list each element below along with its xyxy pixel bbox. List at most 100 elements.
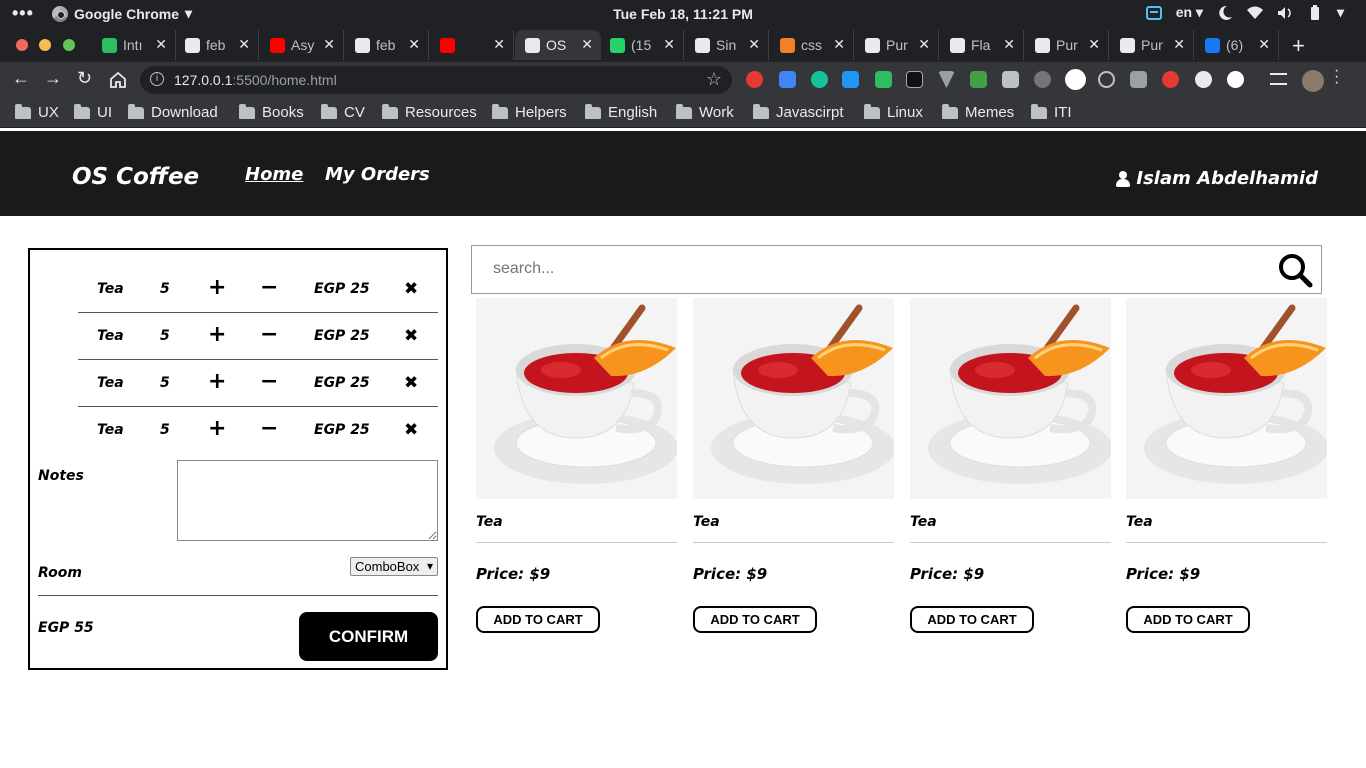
room-select[interactable]: ComboBox — [350, 557, 438, 576]
tab-close-icon[interactable]: ✕ — [663, 36, 675, 53]
language-indicator[interactable]: en ▾ — [1176, 4, 1203, 21]
tab-close-icon[interactable]: ✕ — [833, 36, 845, 53]
bookmark-folder[interactable]: Resources — [382, 103, 477, 121]
tab-close-icon[interactable]: ✕ — [155, 36, 167, 53]
tab-close-icon[interactable]: ✕ — [1088, 36, 1100, 53]
home-icon[interactable] — [109, 71, 127, 89]
chevron-down-icon[interactable]: ▾ — [1337, 4, 1344, 21]
extension-ninja-icon[interactable] — [1195, 71, 1212, 88]
profile-avatar[interactable] — [1302, 70, 1324, 92]
extension-vue-icon[interactable] — [938, 71, 955, 88]
browser-tab[interactable]: ✕ — [430, 30, 514, 60]
tab-close-icon[interactable]: ✕ — [238, 36, 250, 53]
add-to-cart-button[interactable]: ADD TO CART — [1126, 606, 1250, 633]
remove-item-button[interactable]: ✖ — [404, 326, 418, 346]
bookmark-folder[interactable]: Download — [128, 103, 218, 121]
browser-tab[interactable]: Pur ✕ — [1110, 30, 1194, 60]
window-minimize-button[interactable] — [39, 39, 51, 51]
bookmark-folder[interactable]: Helpers — [492, 103, 567, 121]
browser-tab[interactable]: (6) ✕ — [1195, 30, 1279, 60]
increase-qty-button[interactable]: + — [208, 322, 226, 347]
extension-mail-icon[interactable] — [970, 71, 987, 88]
search-input[interactable]: search... — [471, 245, 1322, 294]
tab-close-icon[interactable]: ✕ — [1258, 36, 1270, 53]
browser-tab[interactable]: feb ✕ — [345, 30, 429, 60]
browser-tab[interactable]: Intı ✕ — [92, 30, 176, 60]
bookmark-folder[interactable]: Linux — [864, 103, 923, 121]
extension-active-icon[interactable] — [1065, 69, 1086, 90]
night-mode-icon[interactable] — [1217, 5, 1233, 21]
extension-stop-icon[interactable] — [746, 71, 763, 88]
media-control-icon[interactable] — [1270, 73, 1287, 85]
nav-home-link[interactable]: Home — [245, 164, 303, 185]
decrease-qty-button[interactable]: − — [260, 369, 278, 394]
browser-tab[interactable]: feb ✕ — [175, 30, 259, 60]
extension-ghost-icon[interactable] — [1227, 71, 1244, 88]
browser-tab[interactable]: OS ✕ — [515, 30, 601, 60]
decrease-qty-button[interactable]: − — [260, 416, 278, 441]
bookmark-star-icon[interactable]: ☆ — [706, 69, 722, 90]
tab-close-icon[interactable]: ✕ — [581, 36, 593, 53]
notes-textarea[interactable] — [177, 460, 438, 541]
chrome-menu-icon[interactable]: · · · — [1334, 63, 1339, 91]
bookmark-folder[interactable]: ITI — [1031, 103, 1072, 121]
clipboard-icon[interactable] — [1145, 5, 1162, 21]
new-tab-button[interactable]: + — [1292, 33, 1305, 59]
nav-my-orders-link[interactable]: My Orders — [325, 164, 430, 185]
tab-close-icon[interactable]: ✕ — [1173, 36, 1185, 53]
tab-close-icon[interactable]: ✕ — [323, 36, 335, 53]
forward-button[interactable]: → — [44, 68, 62, 89]
add-to-cart-button[interactable]: ADD TO CART — [476, 606, 600, 633]
extension-redux-icon[interactable] — [1162, 71, 1179, 88]
remove-item-button[interactable]: ✖ — [404, 373, 418, 393]
tab-close-icon[interactable]: ✕ — [493, 36, 505, 53]
reload-button[interactable]: ↻ — [77, 68, 92, 89]
extension-grammarly-icon[interactable] — [811, 71, 828, 88]
add-to-cart-button[interactable]: ADD TO CART — [693, 606, 817, 633]
increase-qty-button[interactable]: + — [208, 416, 226, 441]
bookmark-folder[interactable]: Work — [676, 103, 734, 121]
volume-icon[interactable] — [1277, 5, 1293, 21]
bookmark-folder[interactable]: UI — [74, 103, 112, 121]
decrease-qty-button[interactable]: − — [260, 275, 278, 300]
extension-evernote-icon[interactable] — [875, 71, 892, 88]
add-to-cart-button[interactable]: ADD TO CART — [910, 606, 1034, 633]
brand-logo[interactable]: OS Coffee — [72, 164, 199, 190]
bookmark-folder[interactable]: English — [585, 103, 657, 121]
address-bar[interactable]: i 127.0.0.1:5500/home.html ☆ — [140, 66, 732, 94]
browser-tab[interactable]: Sin ✕ — [685, 30, 769, 60]
extension-react-icon[interactable] — [1098, 71, 1115, 88]
window-close-button[interactable] — [16, 39, 28, 51]
tab-close-icon[interactable]: ✕ — [1003, 36, 1015, 53]
tab-close-icon[interactable]: ✕ — [748, 36, 760, 53]
bookmark-folder[interactable]: CV — [321, 103, 365, 121]
increase-qty-button[interactable]: + — [208, 369, 226, 394]
site-info-icon[interactable]: i — [150, 72, 164, 86]
url-text[interactable]: 127.0.0.1:5500/home.html — [174, 72, 337, 88]
bookmark-folder[interactable]: UX — [15, 103, 59, 121]
extension-circle-icon[interactable] — [1034, 71, 1051, 88]
browser-tab[interactable]: Asy ✕ — [260, 30, 344, 60]
browser-tab[interactable]: Pur ✕ — [855, 30, 939, 60]
back-button[interactable]: ← — [12, 68, 30, 89]
remove-item-button[interactable]: ✖ — [404, 420, 418, 440]
confirm-button[interactable]: CONFIRM — [299, 612, 438, 661]
extension-fi-icon[interactable] — [842, 71, 859, 88]
search-icon[interactable] — [1277, 252, 1313, 288]
browser-tab[interactable]: Pur ✕ — [1025, 30, 1109, 60]
decrease-qty-button[interactable]: − — [260, 322, 278, 347]
bookmark-folder[interactable]: Memes — [942, 103, 1014, 121]
user-menu[interactable]: Islam Abdelhamid — [1116, 168, 1318, 189]
tab-close-icon[interactable]: ✕ — [408, 36, 420, 53]
extension-translate-icon[interactable] — [779, 71, 796, 88]
tab-close-icon[interactable]: ✕ — [918, 36, 930, 53]
browser-tab[interactable]: (15 ✕ — [600, 30, 684, 60]
extension-camera-icon[interactable] — [1002, 71, 1019, 88]
increase-qty-button[interactable]: + — [208, 275, 226, 300]
extension-css-icon[interactable] — [1130, 71, 1147, 88]
browser-tab[interactable]: css ✕ — [770, 30, 854, 60]
bookmark-folder[interactable]: Books — [239, 103, 304, 121]
wifi-icon[interactable] — [1246, 5, 1263, 21]
browser-tab[interactable]: Fla ✕ — [940, 30, 1024, 60]
bookmark-folder[interactable]: Javascirpt — [753, 103, 844, 121]
